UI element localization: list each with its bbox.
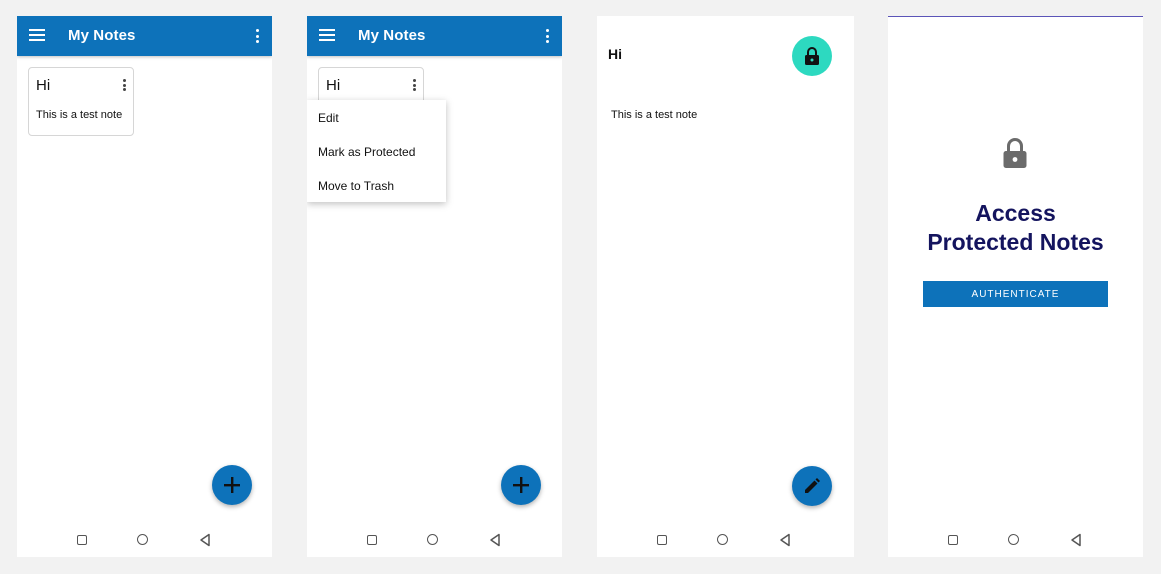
app-title: My Notes xyxy=(358,27,426,44)
recents-square-icon[interactable] xyxy=(77,535,87,545)
screen-authenticate: Access Protected Notes AUTHENTICATE xyxy=(888,16,1143,557)
add-note-button[interactable] xyxy=(501,465,541,505)
note-card-body: This is a test note xyxy=(36,109,123,121)
menu-item-mark-protected[interactable]: Mark as Protected xyxy=(318,145,415,159)
recents-square-icon[interactable] xyxy=(948,535,958,545)
note-card-title: Hi xyxy=(36,77,51,94)
app-bar: My Notes xyxy=(17,16,272,56)
note-body: This is a test note xyxy=(611,109,698,121)
screen-note-detail: Hi This is a test note xyxy=(597,16,854,557)
more-vert-icon[interactable] xyxy=(539,27,555,45)
access-heading-line2: Protected Notes xyxy=(927,229,1104,255)
add-icon xyxy=(224,477,240,493)
recents-square-icon[interactable] xyxy=(657,535,667,545)
app-bar: My Notes xyxy=(307,16,562,56)
home-circle-icon[interactable] xyxy=(427,534,438,545)
edit-note-button[interactable] xyxy=(792,466,832,506)
top-divider xyxy=(888,16,1143,17)
access-heading: Access Protected Notes xyxy=(888,199,1143,257)
home-circle-icon[interactable] xyxy=(137,534,148,545)
home-circle-icon[interactable] xyxy=(1008,534,1019,545)
authenticate-button[interactable]: AUTHENTICATE xyxy=(923,281,1108,307)
note-options-menu: Edit Mark as Protected Move to Trash xyxy=(307,100,446,202)
app-title: My Notes xyxy=(68,27,136,44)
note-card[interactable]: Hi This is a test note xyxy=(28,67,134,136)
note-card-title: Hi xyxy=(326,77,341,94)
menu-item-move-to-trash[interactable]: Move to Trash xyxy=(318,179,394,193)
hamburger-menu-icon[interactable] xyxy=(29,28,45,42)
back-triangle-icon[interactable] xyxy=(199,533,211,547)
edit-pencil-icon xyxy=(805,478,820,493)
more-vert-icon[interactable] xyxy=(249,27,265,45)
system-nav-bar xyxy=(307,533,562,549)
lock-icon xyxy=(1003,138,1027,168)
lock-icon xyxy=(805,47,819,65)
protect-toggle-button[interactable] xyxy=(792,36,832,76)
recents-square-icon[interactable] xyxy=(367,535,377,545)
add-icon xyxy=(513,477,529,493)
screen-notes-list: My Notes Hi This is a test note xyxy=(17,16,272,557)
access-heading-line1: Access xyxy=(975,200,1056,226)
home-circle-icon[interactable] xyxy=(717,534,728,545)
note-title: Hi xyxy=(608,46,622,62)
system-nav-bar xyxy=(888,533,1143,549)
hamburger-menu-icon[interactable] xyxy=(319,28,335,42)
add-note-button[interactable] xyxy=(212,465,252,505)
screen-note-menu: My Notes Hi Edit Mark as Protected Move … xyxy=(307,16,562,557)
menu-item-edit[interactable]: Edit xyxy=(318,111,339,125)
system-nav-bar xyxy=(17,533,272,549)
back-triangle-icon[interactable] xyxy=(779,533,791,547)
back-triangle-icon[interactable] xyxy=(1070,533,1082,547)
system-nav-bar xyxy=(597,533,854,549)
back-triangle-icon[interactable] xyxy=(489,533,501,547)
note-options-icon[interactable] xyxy=(119,78,129,92)
note-options-icon[interactable] xyxy=(409,78,419,92)
